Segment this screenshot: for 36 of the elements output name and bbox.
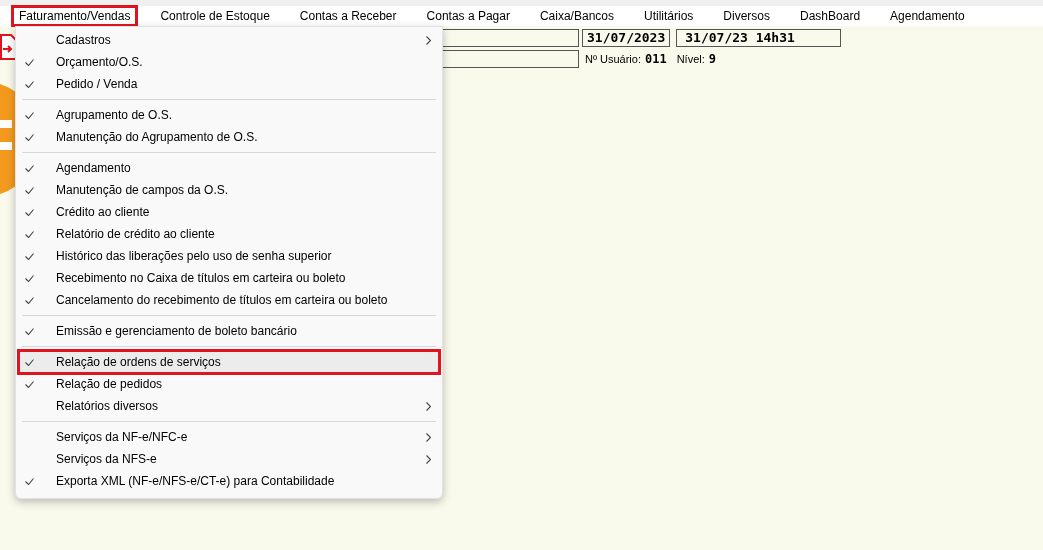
menu-title[interactable]: DashBoard [793, 6, 868, 26]
menu-item[interactable]: Manutenção de campos da O.S. [19, 179, 439, 201]
menu-item[interactable]: Relatórios diversos [19, 395, 439, 417]
level-number: 9 [707, 51, 718, 67]
menu-item[interactable]: Serviços da NF-e/NFC-e [19, 426, 439, 448]
menu-title[interactable]: Agendamento [883, 6, 972, 26]
menu-item[interactable]: Relatório de crédito ao cliente [19, 223, 439, 245]
menu-title[interactable]: Diversos [716, 6, 777, 26]
menu-title[interactable]: Faturamento/Vendas [12, 6, 138, 26]
menu-item[interactable]: Relação de ordens de serviços [19, 351, 439, 373]
menu-item[interactable]: Pedido / Venda [19, 73, 439, 95]
menu-item[interactable]: Agrupamento de O.S. [19, 104, 439, 126]
menu-title[interactable]: Controle de Estoque [153, 6, 277, 26]
menu-item[interactable]: Recebimento no Caixa de títulos em carteira ou boleto [19, 267, 439, 289]
menu-title[interactable]: Contas a Pagar [419, 6, 517, 26]
menu-item[interactable]: Agendamento [19, 157, 439, 179]
menu-item[interactable]: Orçamento/O.S. [19, 51, 439, 73]
menu-item[interactable]: Cancelamento do recebimento de títulos em carteira ou boleto [19, 289, 439, 311]
user-number: 011 [644, 51, 668, 67]
menu-item[interactable]: Histórico das liberações pelo uso de senha superior [19, 245, 439, 267]
user-label: Nº Usuário: [585, 51, 641, 67]
menu-title[interactable]: Utilitários [637, 6, 701, 26]
menu-title[interactable]: Caixa/Bancos [532, 6, 621, 26]
text-field[interactable] [441, 50, 579, 68]
menu-item[interactable]: Cadastros [19, 29, 439, 51]
menu-item[interactable]: Crédito ao cliente [19, 201, 439, 223]
menu-title[interactable]: Contas a Receber [292, 6, 404, 26]
menu-item[interactable]: Emissão e gerenciamento de boleto bancário [19, 320, 439, 342]
date-field: 31/07/2023 [582, 29, 671, 47]
menu-item[interactable]: Exporta XML (NF-e/NFS-e/CT-e) para Contabilidade [19, 470, 439, 492]
menu-item[interactable]: Relação de pedidos [19, 373, 439, 395]
text-field[interactable] [441, 29, 579, 47]
menu-item[interactable]: Manutenção do Agrupamento de O.S. [19, 126, 439, 148]
menu-item[interactable]: Serviços da NFS-e [19, 448, 439, 470]
level-label: Nível: [676, 51, 705, 67]
datetime-field: 31/07/23 14h31 [676, 29, 842, 47]
